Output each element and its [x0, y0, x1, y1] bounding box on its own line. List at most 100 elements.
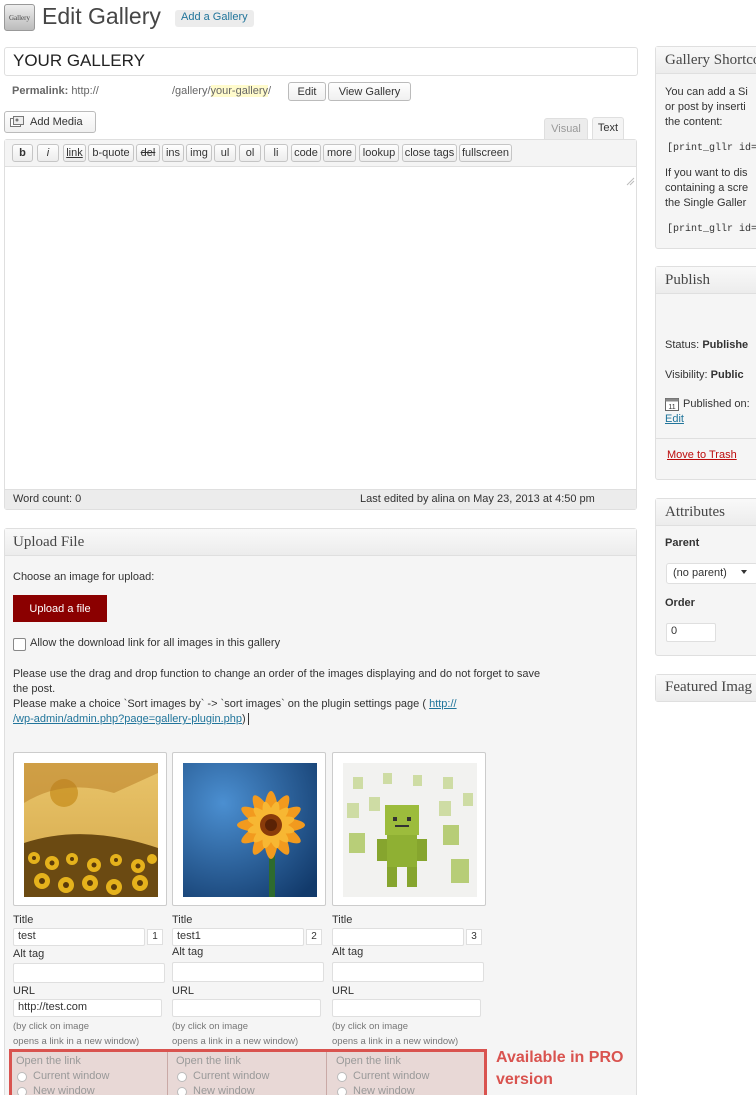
- image-3-hint-2: opens a link in a new window): [332, 1036, 459, 1047]
- qt-code-button[interactable]: code: [291, 144, 321, 162]
- add-media-button[interactable]: Add Media: [4, 111, 96, 133]
- tab-visual[interactable]: Visual: [544, 118, 588, 139]
- qt-img-button[interactable]: img: [186, 144, 212, 162]
- permalink-slug[interactable]: your-gallery: [210, 85, 268, 97]
- image-1-open-link-label: Open the link: [16, 1055, 81, 1067]
- permalink-path-row: /gallery/your-gallery/: [172, 85, 271, 97]
- status-label: Status:: [665, 339, 700, 351]
- instructions-1: Please use the drag and drop function to…: [13, 668, 541, 680]
- pro-notice-line-1: Available in PRO: [496, 1049, 624, 1066]
- image-1-alt-input[interactable]: [13, 963, 165, 983]
- qt-ol-button[interactable]: ol: [239, 144, 261, 162]
- image-2-new-window-radio[interactable]: [177, 1087, 187, 1095]
- parent-label: Parent: [665, 537, 700, 549]
- add-gallery-button[interactable]: Add a Gallery: [175, 10, 254, 27]
- gallery-icon-label: Gallery: [9, 13, 30, 22]
- image-2-alt-label: Alt tag: [172, 946, 204, 958]
- image-1-new-window-radio[interactable]: [17, 1087, 27, 1095]
- image-3-title-input[interactable]: [332, 928, 464, 946]
- image-1-new-window-label: New window: [33, 1085, 95, 1095]
- qt-bquote-button[interactable]: b-quote: [88, 144, 134, 162]
- qt-bold-button[interactable]: b: [12, 144, 33, 162]
- image-1-title-input[interactable]: test: [13, 928, 145, 946]
- image-3-alt-input[interactable]: [332, 962, 484, 982]
- image-2-order[interactable]: 2: [306, 929, 322, 945]
- editor-textarea[interactable]: [5, 168, 636, 488]
- qt-ul-button[interactable]: ul: [214, 144, 236, 162]
- permalink-label: Permalink:: [12, 85, 69, 97]
- upload-box-title: Upload File: [13, 534, 85, 550]
- published-on-label: Published on:: [683, 398, 750, 410]
- image-3-url-label: URL: [332, 985, 355, 997]
- parent-select-value: (no parent): [673, 567, 727, 579]
- image-1-url-input[interactable]: http://test.com: [13, 999, 162, 1017]
- last-edited: Last edited by alina on May 23, 2013 at …: [360, 493, 595, 505]
- image-2-new-window-label: New window: [193, 1085, 255, 1095]
- qt-more-button[interactable]: more: [323, 144, 356, 162]
- instructions-2-end: ): [242, 713, 246, 725]
- order-input[interactable]: 0: [666, 623, 716, 642]
- gallery-plugin-icon: Gallery: [4, 4, 35, 31]
- pro-divider-1: [167, 1052, 168, 1095]
- tab-text[interactable]: Text: [592, 117, 624, 140]
- image-1-url-label: URL: [13, 985, 36, 997]
- shortcode-code-1: [print_gllr id=: [667, 143, 756, 154]
- upload-file-button[interactable]: Upload a file: [13, 595, 107, 622]
- image-3-current-window-radio[interactable]: [337, 1072, 347, 1082]
- featured-image-title: Featured Imag: [665, 679, 753, 695]
- qt-close-tags-button[interactable]: close tags: [402, 144, 457, 162]
- permalink-prefix: http://: [71, 85, 99, 97]
- instructions-3: /wp-admin/admin.php?page=gallery-plugin.…: [13, 713, 249, 726]
- gallery-image-3[interactable]: [332, 752, 486, 906]
- image-1-order[interactable]: 1: [147, 929, 163, 945]
- image-3-current-window-label: Current window: [353, 1070, 430, 1082]
- qt-fullscreen-button[interactable]: fullscreen: [459, 144, 512, 162]
- settings-link-2[interactable]: /wp-admin/admin.php?page=gallery-plugin.…: [13, 713, 242, 725]
- permalink-suffix: /: [268, 85, 272, 97]
- qt-ins-button[interactable]: ins: [162, 144, 184, 162]
- visibility-label: Visibility:: [665, 369, 708, 381]
- gallery-image-1[interactable]: [13, 752, 167, 906]
- gallery-image-2[interactable]: [172, 752, 326, 906]
- qt-lookup-button[interactable]: lookup: [359, 144, 399, 162]
- svg-text:11: 11: [668, 404, 675, 411]
- image-2-current-window-radio[interactable]: [177, 1072, 187, 1082]
- resize-handle-icon[interactable]: [625, 176, 635, 186]
- image-2-url-input[interactable]: [172, 999, 321, 1017]
- qt-li-button[interactable]: li: [264, 144, 288, 162]
- publish-date-edit-link[interactable]: Edit: [665, 412, 684, 427]
- qt-link-button[interactable]: link: [63, 144, 86, 162]
- publish-visibility: Visibility: Public: [665, 368, 744, 383]
- shortcode-text-5: containing a scre: [665, 182, 749, 194]
- view-gallery-button[interactable]: View Gallery: [328, 82, 411, 101]
- image-3-order[interactable]: 3: [466, 929, 482, 945]
- qt-del-button[interactable]: del: [136, 144, 160, 162]
- settings-link-1[interactable]: http://: [429, 698, 457, 710]
- publish-box-title: Publish: [665, 272, 711, 288]
- image-3-alt-label: Alt tag: [332, 946, 364, 958]
- edit-permalink-button[interactable]: Edit: [288, 82, 326, 101]
- instructions-1b: the post.: [13, 683, 56, 695]
- image-2-title-input[interactable]: test1: [172, 928, 304, 946]
- image-2-open-link-label: Open the link: [176, 1055, 241, 1067]
- image-2-current-window-label: Current window: [193, 1070, 270, 1082]
- image-3-new-window-radio[interactable]: [337, 1087, 347, 1095]
- post-title-input[interactable]: YOUR GALLERY: [4, 47, 638, 76]
- upload-box-header: [5, 529, 636, 556]
- qt-italic-button[interactable]: i: [37, 144, 59, 162]
- parent-select[interactable]: (no parent): [666, 563, 756, 584]
- order-label: Order: [665, 597, 695, 609]
- image-1-current-window-radio[interactable]: [17, 1072, 27, 1082]
- permalink-path: /gallery/: [172, 85, 211, 97]
- page-title: Edit Gallery: [42, 3, 161, 29]
- image-3-url-input[interactable]: [332, 999, 481, 1017]
- image-2-alt-input[interactable]: [172, 962, 324, 982]
- add-media-label: Add Media: [30, 116, 83, 128]
- shortcode-text-1: You can add a Si: [665, 86, 748, 98]
- move-to-trash-link[interactable]: Move to Trash: [667, 448, 737, 463]
- image-3-title-label: Title: [332, 914, 353, 926]
- image-2-hint-2: opens a link in a new window): [172, 1036, 299, 1047]
- shortcode-text-3: the content:: [665, 116, 723, 128]
- image-2-hint-1: (by click on image: [172, 1021, 249, 1032]
- allow-download-checkbox[interactable]: [13, 638, 26, 651]
